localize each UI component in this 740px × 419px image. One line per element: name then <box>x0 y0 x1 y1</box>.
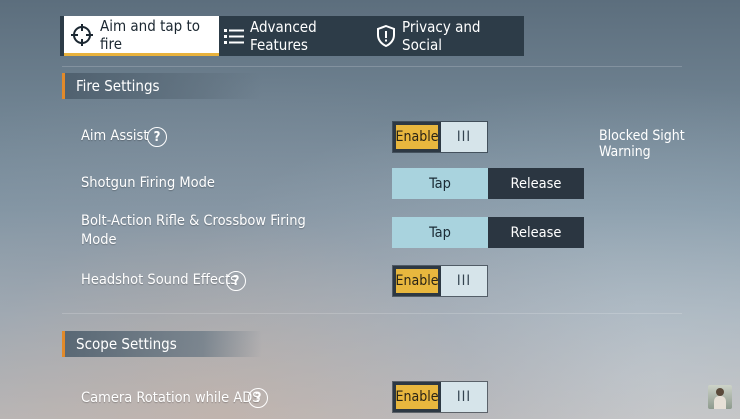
tab-label: Aim and tap to fire <box>100 16 201 53</box>
bolt-action-firing-mode-label: Bolt-Action Rifle & Crossbow Firing Mode <box>81 212 306 250</box>
tab-privacy-and-social[interactable]: Privacy and Social <box>376 16 522 56</box>
list-icon <box>224 27 244 45</box>
aim-assist-toggle[interactable]: Enable III <box>392 121 488 153</box>
help-icon[interactable]: ? <box>248 388 268 408</box>
headshot-sound-effects-toggle[interactable]: Enable III <box>392 265 488 297</box>
help-icon[interactable]: ? <box>147 127 167 147</box>
label-line: Bolt-Action Rifle & Crossbow Firing <box>81 213 306 229</box>
bolt-action-firing-mode-selector: Tap Release <box>392 217 584 248</box>
tab-advanced-features[interactable]: Advanced Features <box>222 16 372 56</box>
option-tap[interactable]: Tap <box>392 217 488 248</box>
help-icon[interactable]: ? <box>226 271 246 291</box>
tab-bar: Aim and tap to fire Advanced Features Pr… <box>60 16 524 56</box>
shotgun-firing-mode-label: Shotgun Firing Mode <box>81 175 215 191</box>
camera-rotation-while-ads-toggle[interactable]: Enable III <box>392 381 488 413</box>
headshot-sound-effects-label: Headshot Sound Effects <box>81 272 237 288</box>
crosshair-icon <box>70 23 94 47</box>
tab-label: Privacy and Social <box>402 18 481 54</box>
player-avatar[interactable] <box>708 385 732 409</box>
tab-aim-and-tap-to-fire[interactable]: Aim and tap to fire <box>64 16 219 56</box>
shield-icon <box>376 25 396 47</box>
tab-label: Advanced Features <box>250 18 317 54</box>
option-release[interactable]: Release <box>488 217 584 248</box>
option-release[interactable]: Release <box>488 168 584 199</box>
section-title: Scope Settings <box>76 335 177 353</box>
divider <box>62 313 682 314</box>
aim-assist-label: Aim Assist <box>81 128 149 144</box>
shotgun-firing-mode-selector: Tap Release <box>392 168 584 199</box>
section-header-scope-settings: Scope Settings <box>62 331 262 357</box>
avatar-head <box>716 388 724 396</box>
option-tap[interactable]: Tap <box>392 168 488 199</box>
blocked-sight-warning-label: Blocked Sight Warning <box>599 128 685 160</box>
toggle-knob[interactable]: III <box>441 382 487 412</box>
toggle-enabled-state: Enable <box>393 122 441 152</box>
toggle-knob[interactable]: III <box>441 122 487 152</box>
section-header-fire-settings: Fire Settings <box>62 73 262 99</box>
toggle-knob[interactable]: III <box>441 266 487 296</box>
divider <box>62 66 682 67</box>
toggle-enabled-state: Enable <box>393 382 441 412</box>
label-line: Mode <box>81 232 117 248</box>
toggle-enabled-state: Enable <box>393 266 441 296</box>
avatar-body <box>714 396 726 409</box>
camera-rotation-while-ads-label: Camera Rotation while ADS <box>81 390 261 406</box>
section-title: Fire Settings <box>76 77 160 95</box>
